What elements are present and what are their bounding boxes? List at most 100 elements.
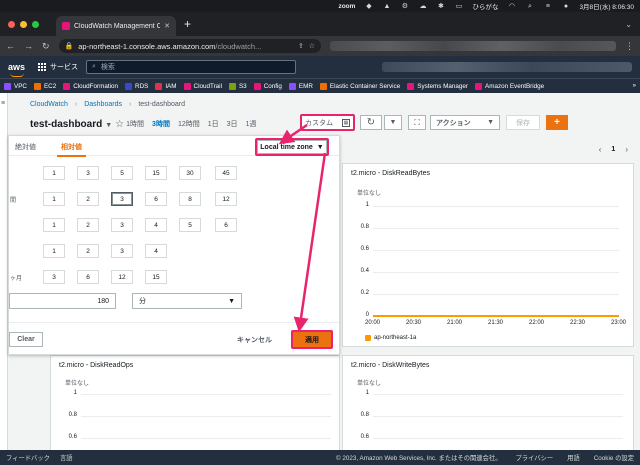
favorite-elastic-container-service[interactable]: Elastic Container Service [319, 82, 400, 90]
search-icon[interactable]: ⌕ [525, 3, 534, 10]
terms-link[interactable]: 用語 [567, 453, 580, 462]
favorite-s3[interactable]: S3 [228, 82, 247, 90]
bookmark-star-icon[interactable]: ☆ [309, 42, 315, 50]
range-cell[interactable]: 6 [77, 270, 99, 284]
range-cell[interactable]: 1 [43, 218, 65, 232]
chevron-right-icon[interactable]: › [625, 145, 628, 154]
clear-button[interactable]: Clear [9, 332, 43, 347]
range-cell[interactable]: 1 [43, 166, 65, 180]
favorite-rds[interactable]: RDS [125, 82, 148, 90]
range-cell[interactable]: 8 [179, 192, 201, 206]
favorite-iam[interactable]: IAM [155, 82, 177, 90]
range-cell[interactable]: 15 [145, 166, 167, 180]
range-cell[interactable]: 2 [77, 218, 99, 232]
range-cell[interactable]: 3 [43, 270, 65, 284]
favorite-amazon-eventbridge[interactable]: Amazon EventBridge [475, 82, 544, 90]
tab-search-icon[interactable]: ⌄ [625, 20, 632, 29]
add-widget-button[interactable]: + [546, 115, 568, 130]
actions-button[interactable]: アクション ▼ [430, 115, 500, 130]
services-menu[interactable]: サービス [38, 62, 78, 72]
duration-unit-select[interactable]: 分 ▼ [132, 293, 242, 309]
minimize-window-button[interactable] [20, 21, 27, 28]
language-link[interactable]: 言語 [60, 453, 73, 462]
shield-icon[interactable]: ◆ [364, 3, 373, 10]
tab-absolute[interactable]: 絶対値 [15, 142, 36, 152]
duration-input[interactable]: 180 [9, 293, 116, 309]
gear-icon[interactable]: ⚙ [400, 3, 409, 10]
share-icon[interactable]: ⇪ [298, 42, 304, 50]
range-option[interactable]: 1週 [246, 119, 257, 129]
control-center-icon[interactable]: ≡ [543, 3, 552, 10]
cookie-settings-link[interactable]: Cookie の設定 [594, 453, 634, 462]
range-option[interactable]: 1時間 [126, 119, 144, 129]
range-cell[interactable]: 45 [215, 166, 237, 180]
favorite-cloudtrail[interactable]: CloudTrail [183, 82, 222, 90]
range-option[interactable]: 3時間 [152, 119, 170, 129]
breadcrumb-dashboards[interactable]: Dashboards [84, 101, 122, 108]
range-cell[interactable]: 2 [77, 244, 99, 258]
menu-icon[interactable]: ≡ [1, 100, 5, 107]
tab-relative[interactable]: 相対値 [57, 142, 86, 157]
favorite-vpc[interactable]: VPC [4, 82, 27, 90]
close-window-button[interactable] [8, 21, 15, 28]
menu-extra-icon[interactable]: ▲ [382, 3, 391, 10]
battery-icon[interactable]: ▭ [454, 3, 463, 10]
zoom-status[interactable]: zoom [338, 3, 355, 10]
range-cell[interactable]: 4 [145, 218, 167, 232]
refresh-options-button[interactable]: ▼ [384, 115, 402, 130]
address-bar[interactable]: 🔒 ap-northeast-1.console.aws.amazon.com/… [58, 39, 322, 53]
favorite-systems-manager[interactable]: Systems Manager [407, 82, 468, 90]
favorite-ec2[interactable]: EC2 [33, 82, 56, 90]
range-cell[interactable]: 12 [111, 270, 133, 284]
browser-tab[interactable]: CloudWatch Management Cons ✕ [56, 16, 176, 36]
dashboard-title[interactable]: test-dashboard ▼ [30, 119, 112, 130]
fullscreen-button[interactable]: ⛶ [408, 115, 426, 130]
bluetooth-icon[interactable]: ✱ [436, 3, 445, 10]
aws-search-input[interactable]: ⌕ 検索 [86, 60, 296, 74]
close-tab-icon[interactable]: ✕ [164, 22, 170, 30]
range-option[interactable]: 12時間 [178, 119, 200, 129]
forward-icon[interactable]: → [24, 41, 33, 51]
chart-legend[interactable]: ap-northeast-1a [365, 335, 416, 341]
privacy-link[interactable]: プライバシー [516, 453, 554, 462]
range-cell[interactable]: 12 [215, 192, 237, 206]
more-favorites-icon[interactable]: » [633, 83, 636, 89]
favorite-star-icon[interactable]: ☆ [115, 119, 124, 130]
favorite-cloudformation[interactable]: CloudFormation [63, 82, 118, 90]
wifi-icon[interactable]: ◠ [507, 3, 516, 10]
range-cell[interactable]: 3 [111, 244, 133, 258]
chevron-left-icon[interactable]: ‹ [599, 145, 602, 154]
range-cell[interactable]: 3 [111, 192, 133, 206]
range-cell[interactable]: 30 [179, 166, 201, 180]
save-button[interactable]: 保存 [506, 115, 540, 130]
menu-clock[interactable]: 3月8日(水) 8:06:30 [579, 1, 634, 11]
range-cell[interactable]: 5 [179, 218, 201, 232]
cancel-button[interactable]: キャンセル [237, 335, 272, 345]
back-icon[interactable]: ← [6, 41, 15, 51]
range-cell[interactable]: 5 [111, 166, 133, 180]
range-option[interactable]: 1日 [208, 119, 219, 129]
range-option[interactable]: 3日 [227, 119, 238, 129]
feedback-link[interactable]: フィードバック [6, 453, 50, 462]
refresh-button[interactable]: ↻ [360, 115, 382, 130]
lock-icon[interactable]: 🔒 [65, 42, 74, 50]
range-cell[interactable]: 6 [215, 218, 237, 232]
range-cell[interactable]: 3 [77, 166, 99, 180]
range-cell[interactable]: 3 [111, 218, 133, 232]
siri-icon[interactable]: ● [561, 3, 570, 10]
cloud-icon[interactable]: ☁ [418, 3, 427, 10]
browser-menu-icon[interactable]: ⋮ [625, 41, 634, 52]
new-tab-button[interactable]: + [184, 17, 191, 31]
range-cell[interactable]: 2 [77, 192, 99, 206]
range-cell[interactable]: 1 [43, 244, 65, 258]
range-cell[interactable]: 15 [145, 270, 167, 284]
range-cell[interactable]: 6 [145, 192, 167, 206]
range-cell[interactable]: 1 [43, 192, 65, 206]
zoom-window-button[interactable] [32, 21, 39, 28]
favorite-emr[interactable]: EMR [288, 82, 313, 90]
aws-logo[interactable]: aws [8, 62, 30, 77]
range-cell[interactable]: 4 [145, 244, 167, 258]
favorite-config[interactable]: Config [253, 82, 282, 90]
breadcrumb-cloudwatch[interactable]: CloudWatch [30, 101, 68, 108]
input-method[interactable]: ひらがな [472, 1, 498, 11]
